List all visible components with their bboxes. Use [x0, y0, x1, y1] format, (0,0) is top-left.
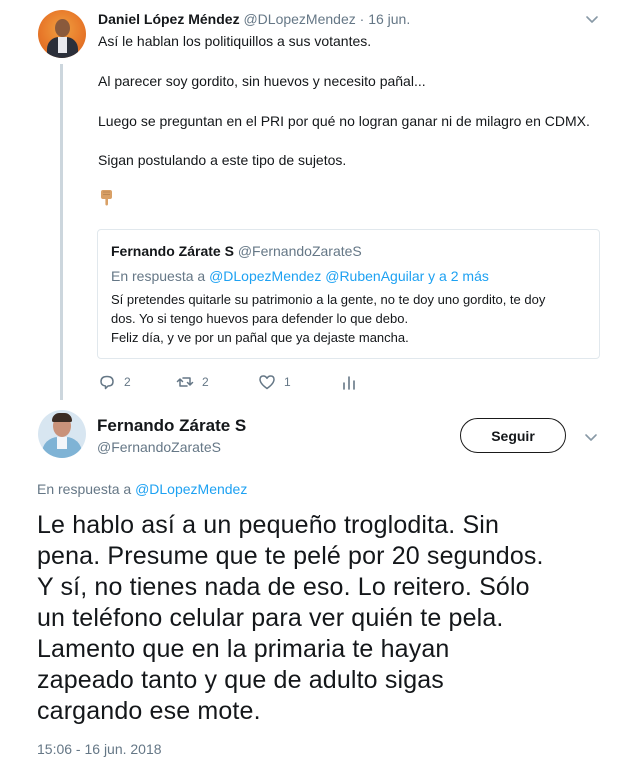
quoted-text-line: dos. Yo si tengo huevos para defender lo…	[111, 311, 409, 326]
tweet-text-line: Le hablo así a un pequeño troglodita. Si…	[37, 511, 500, 539]
like-count: 1	[284, 375, 291, 389]
tweet-text-line: un teléfono celular para ver quién te pe…	[37, 604, 504, 632]
tweet-text-line: Así le hablan los politiquillos a sus vo…	[98, 33, 372, 49]
tweet-text-line: Lamento que en la primaria te hayan	[37, 635, 450, 663]
retweet-action[interactable]: 2	[176, 373, 209, 391]
retweet-icon	[176, 377, 194, 387]
author-handle[interactable]: @FernandoZarateS	[97, 439, 221, 455]
reply-prefix: En respuesta a	[37, 481, 132, 497]
tweet-text-line: cargando ese mote.	[37, 697, 261, 725]
tweet-text-line: Luego se preguntan en el PRI por qué no …	[98, 113, 590, 129]
quoted-text-line: Feliz día, y ve por un pañal que ya deja…	[111, 330, 409, 345]
analytics-icon	[343, 376, 355, 390]
pointing-down-hand-icon	[101, 190, 112, 206]
tweet-date[interactable]: 16 jun.	[368, 11, 410, 27]
heart-icon	[259, 375, 275, 390]
follow-button[interactable]: Seguir	[460, 418, 566, 453]
tweet-text-line: Al parecer soy gordito, sin huevos y nec…	[98, 73, 426, 89]
author-name[interactable]: Daniel López Méndez	[98, 11, 240, 27]
reply-to-link[interactable]: @DLopezMendez	[135, 481, 247, 497]
quoted-text-line: Sí pretendes quitarle su patrimonio a la…	[111, 292, 546, 307]
tweet-text-line: Y sí, no tienes nada de eso. Lo reitero.…	[37, 573, 530, 601]
reply-count: 2	[124, 375, 131, 389]
parent-tweet-header: Daniel López Méndez @DLopezMendez · 16 j…	[98, 11, 410, 27]
quoted-tweet-header: Fernando Zárate S @FernandoZarateS	[111, 243, 362, 259]
tweet-text-line: pena. Presume que te pelé por 20 segundo…	[37, 542, 544, 570]
author-handle[interactable]: @DLopezMendez	[243, 11, 355, 27]
quoted-author-handle: @FernandoZarateS	[237, 243, 362, 259]
tweet-text-line: Sigan postulando a este tipo de sujetos.	[98, 152, 347, 168]
retweet-count: 2	[202, 375, 209, 389]
reply-action[interactable]: 2	[98, 373, 131, 391]
chevron-down-icon[interactable]	[585, 12, 599, 26]
avatar[interactable]	[38, 410, 86, 458]
like-action[interactable]: 1	[258, 373, 291, 391]
chevron-down-icon[interactable]	[584, 430, 598, 444]
thread-line	[60, 64, 63, 400]
reply-icon	[100, 375, 114, 390]
quoted-tweet[interactable]: Fernando Zárate S @FernandoZarateS En re…	[97, 229, 600, 359]
quoted-reply-context: En respuesta a @DLopezMendez @RubenAguil…	[111, 268, 489, 284]
reply-to-links[interactable]: @DLopezMendez @RubenAguilar y a 2 más	[209, 268, 489, 284]
analytics-action[interactable]	[340, 373, 366, 391]
quoted-author-name: Fernando Zárate S	[111, 243, 234, 259]
tweet-text-line: zapeado tanto y que de adulto sigas	[37, 666, 444, 694]
avatar[interactable]	[38, 10, 86, 58]
reply-prefix: En respuesta a	[111, 268, 206, 284]
tweet-timestamp[interactable]: 15:06 - 16 jun. 2018	[37, 741, 162, 757]
author-name[interactable]: Fernando Zárate S	[97, 416, 246, 436]
reply-context: En respuesta a @DLopezMendez	[37, 481, 247, 497]
separator-dot: ·	[359, 11, 365, 27]
